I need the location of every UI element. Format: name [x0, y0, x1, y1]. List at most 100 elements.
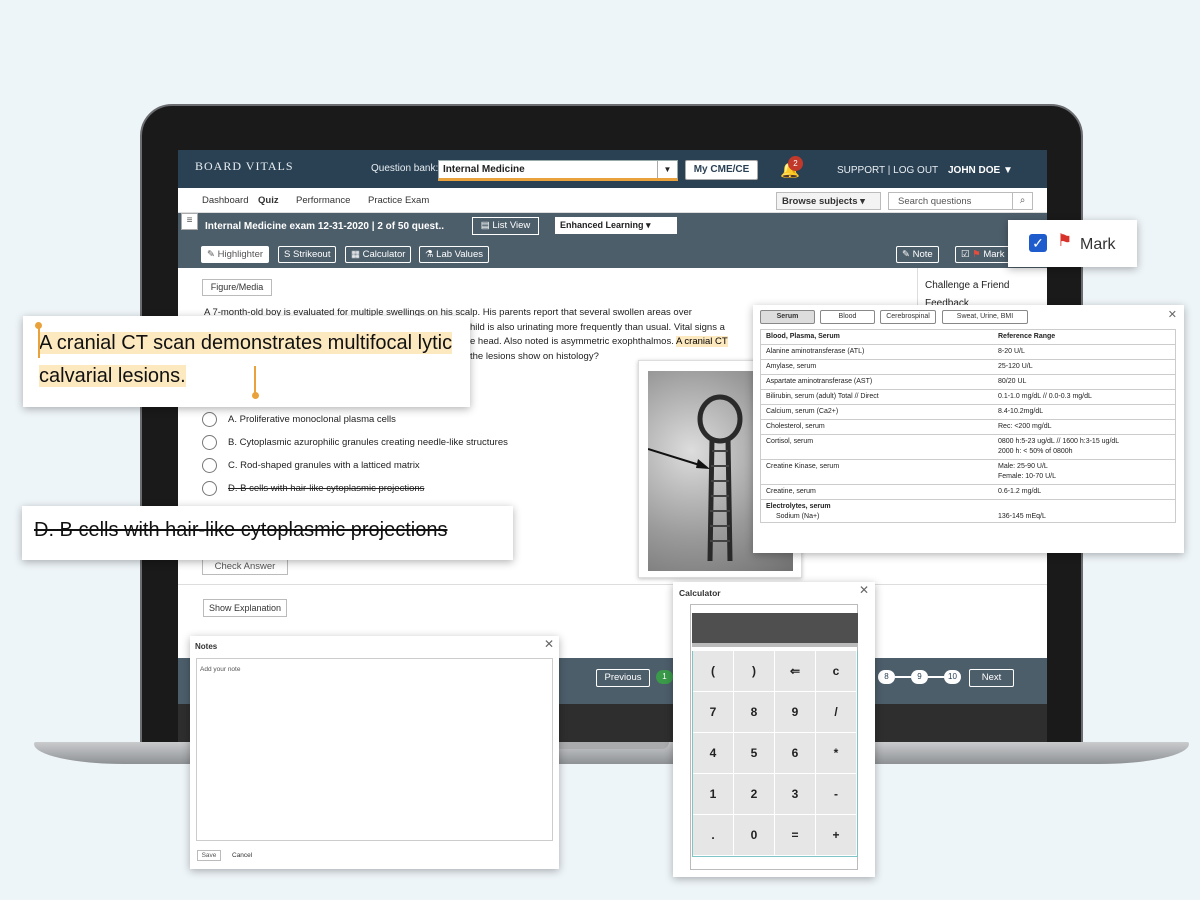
lab-values-panel: Serum Blood Cerebrospinal Sweat, Urine, …	[753, 305, 1184, 553]
lab-reference-range: 25-120 U/L	[992, 359, 1176, 375]
table-header-row: Blood, Plasma, Serum Reference Range	[760, 329, 1176, 345]
page-number[interactable]: 9	[911, 670, 928, 684]
calculator-key[interactable]: 0	[734, 815, 775, 856]
chevron-down-icon: ▾	[646, 220, 651, 230]
note-button[interactable]: ✎ Note	[896, 246, 939, 263]
browse-subjects-button[interactable]: Browse subjects ▾	[776, 192, 881, 210]
calculator-key[interactable]: -	[816, 774, 857, 815]
calculator-key[interactable]: 4	[693, 733, 734, 774]
tab-cerebrospinal[interactable]: Cerebrospinal	[880, 310, 936, 324]
page-number[interactable]: 8	[878, 670, 895, 684]
previous-button[interactable]: Previous	[596, 669, 650, 687]
sodium-row: Sodium (Na+) 136-145 mEq/L	[766, 512, 1170, 523]
close-icon[interactable]: ✕	[544, 637, 554, 651]
radio-button[interactable]	[202, 458, 217, 473]
answer-choice[interactable]: C. Rod-shaped granules with a latticed m…	[202, 458, 420, 473]
close-icon[interactable]: ✕	[1168, 308, 1177, 321]
calculator-key[interactable]: )	[734, 651, 775, 692]
top-bar: BOARD VITALS Question bank: Internal Med…	[178, 150, 1047, 188]
menu-icon[interactable]: ≡	[181, 213, 198, 230]
radio-button[interactable]	[202, 435, 217, 450]
calculator-title: Calculator	[679, 588, 721, 598]
tool-bar: ✎ Highlighter S Strikeout ▦ Calculator ⚗…	[178, 240, 1047, 268]
my-cme-button[interactable]: My CME/CE	[685, 160, 758, 180]
choice-text: A. Proliferative monoclonal plasma cells	[228, 414, 396, 426]
lab-test-name: Calcium, serum (Ca2+)	[760, 404, 992, 420]
answer-choice[interactable]: A. Proliferative monoclonal plasma cells	[202, 412, 396, 427]
show-explanation-button[interactable]: Show Explanation	[203, 599, 287, 617]
search-icon[interactable]: ⌕	[1012, 193, 1032, 209]
tab-blood[interactable]: Blood	[820, 310, 875, 324]
checkbox-checked-icon[interactable]: ✓	[1029, 234, 1047, 252]
lab-reference-range: Rec: <200 mg/dL	[992, 419, 1176, 435]
radio-button[interactable]	[202, 481, 217, 496]
calculator-key[interactable]: .	[693, 815, 734, 856]
calculator-key[interactable]: /	[816, 692, 857, 733]
note-icon: ✎	[902, 249, 910, 260]
list-icon: ▤	[480, 220, 490, 231]
question-bank-select[interactable]: Internal Medicine ▼	[438, 160, 678, 181]
nav-dashboard[interactable]: Dashboard	[202, 195, 248, 206]
calculator-key[interactable]: +	[816, 815, 857, 856]
calculator-key[interactable]: 1	[693, 774, 734, 815]
answer-choice[interactable]: D. B cells with hair-like cytoplasmic pr…	[202, 481, 424, 496]
figure-media-button[interactable]: Figure/Media	[202, 279, 272, 296]
calculator-key[interactable]: 3	[775, 774, 816, 815]
table-row: Cortisol, serum 0800 h:5-23 ug/dL // 1600…	[760, 434, 1176, 460]
question-bank-value: Internal Medicine	[443, 164, 525, 175]
choice-text-struck: D. B cells with hair-like cytoplasmic pr…	[228, 483, 425, 495]
nav-practice-exam[interactable]: Practice Exam	[368, 195, 429, 206]
browse-subjects-label: Browse subjects	[782, 196, 858, 207]
tab-sweat-urine-bmi[interactable]: Sweat, Urine, BMI	[942, 310, 1028, 324]
calculator-key[interactable]: =	[775, 815, 816, 856]
calculator-key[interactable]: ⇐	[775, 651, 816, 692]
cancel-button[interactable]: Cancel	[232, 852, 252, 859]
exam-title: Internal Medicine exam 12-31-2020 | 2 of…	[205, 221, 445, 232]
handle-dot[interactable]	[35, 322, 42, 329]
calculator-key[interactable]: 6	[775, 733, 816, 774]
highlight-start-handle[interactable]	[38, 324, 40, 358]
app-logo[interactable]: BOARD VITALS	[195, 159, 294, 174]
tab-serum[interactable]: Serum	[760, 310, 815, 324]
calculator-button[interactable]: ▦ Calculator	[345, 246, 412, 263]
strikeout-callout: D. B cells with hair-like cytoplasmic pr…	[22, 506, 513, 560]
calculator-key[interactable]: c	[816, 651, 857, 692]
check-answer-button[interactable]: Check Answer	[202, 558, 288, 575]
sodium-range: 136-145 mEq/L	[998, 513, 1046, 520]
calculator-key[interactable]: 8	[734, 692, 775, 733]
nav-performance[interactable]: Performance	[296, 195, 350, 206]
challenge-friend-link[interactable]: Challenge a Friend	[925, 280, 1010, 291]
question-bank-label: Question bank:	[371, 163, 439, 174]
mode-select[interactable]: Enhanced Learning ▾	[555, 217, 677, 234]
calculator-key[interactable]: 7	[693, 692, 734, 733]
flag-icon: ⚑	[1057, 231, 1073, 250]
checkbox-icon: ☑	[961, 249, 970, 260]
nav-quiz[interactable]: Quiz	[258, 195, 279, 206]
mark-button[interactable]: ☑ ⚑ Mark	[955, 246, 1015, 263]
strikeout-button[interactable]: S Strikeout	[278, 246, 337, 263]
lab-values-button[interactable]: ⚗ Lab Values	[419, 246, 490, 263]
search-input[interactable]: Search questions ⌕	[888, 192, 1033, 210]
notes-panel: Notes ✕ Add your note Save Cancel	[190, 636, 559, 869]
handle-dot[interactable]	[252, 392, 259, 399]
calculator-key[interactable]: 5	[734, 733, 775, 774]
list-view-button[interactable]: ▤ List View	[472, 217, 539, 235]
page-number[interactable]: 10	[944, 670, 961, 684]
support-link[interactable]: SUPPORT	[837, 165, 885, 176]
note-textarea[interactable]: Add your note	[196, 658, 553, 841]
strikeout-label: Strikeout	[292, 249, 331, 260]
calculator-key[interactable]: 2	[734, 774, 775, 815]
save-button[interactable]: Save	[197, 850, 221, 861]
stem-text: e head. Also noted is asymmetric exophth…	[470, 336, 674, 347]
page-number[interactable]: 1	[656, 670, 673, 684]
answer-choice[interactable]: B. Cytoplasmic azurophilic granules crea…	[202, 435, 508, 450]
calculator-key[interactable]: *	[816, 733, 857, 774]
calculator-key[interactable]: 9	[775, 692, 816, 733]
radio-button[interactable]	[202, 412, 217, 427]
highlighter-button[interactable]: ✎ Highlighter	[201, 246, 270, 263]
next-button[interactable]: Next	[969, 669, 1014, 687]
logout-link[interactable]: LOG OUT	[893, 165, 938, 176]
calculator-key[interactable]: (	[693, 651, 734, 692]
close-icon[interactable]: ✕	[859, 583, 869, 597]
user-menu[interactable]: JOHN DOE ▼	[948, 165, 1013, 176]
